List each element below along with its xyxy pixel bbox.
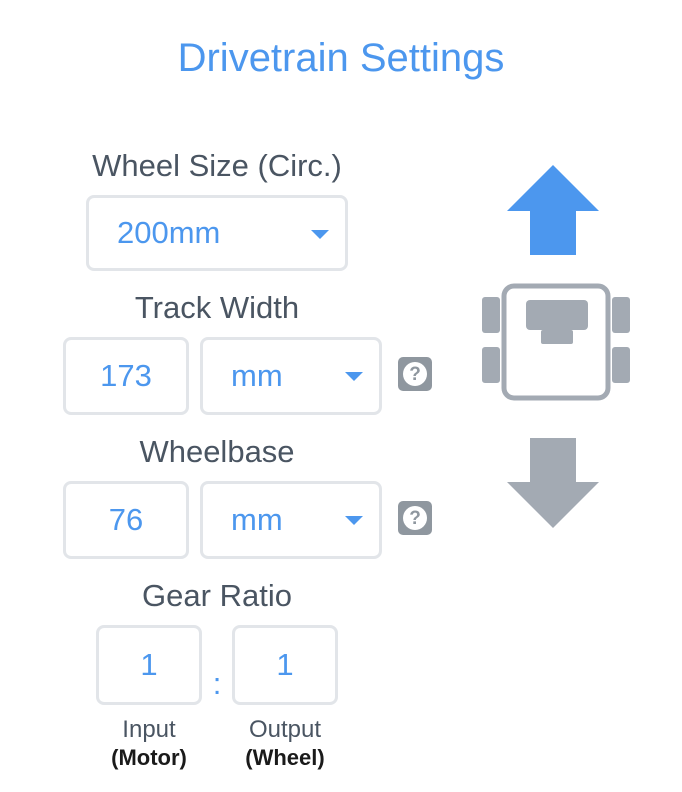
chevron-down-icon <box>345 372 363 381</box>
gear-output-sub: (Wheel) <box>245 745 325 770</box>
gear-output-field[interactable]: 1 <box>232 625 338 705</box>
track-width-unit: mm <box>231 358 283 393</box>
help-icon[interactable]: ? <box>398 357 432 391</box>
track-width-unit-select[interactable]: mm <box>200 337 382 415</box>
forward-arrow-icon[interactable] <box>505 165 601 257</box>
reverse-arrow-icon[interactable] <box>505 438 601 530</box>
chevron-down-icon <box>311 230 329 239</box>
chevron-down-icon <box>345 516 363 525</box>
help-glyph: ? <box>403 362 427 386</box>
gear-input-label: Input <box>122 716 176 743</box>
wheelbase-input[interactable]: 76 <box>63 481 189 559</box>
track-width-input[interactable]: 173 <box>63 337 189 415</box>
wheel-size-value: 200mm <box>117 215 221 250</box>
wheelbase-unit-select[interactable]: mm <box>200 481 382 559</box>
gear-input-caption: Input (Motor) <box>86 716 212 772</box>
ratio-separator: : <box>212 666 222 701</box>
help-glyph: ? <box>403 506 427 530</box>
gear-input-sub: (Motor) <box>111 745 187 770</box>
gear-output-caption: Output (Wheel) <box>222 716 348 772</box>
robot-top-view-icon <box>482 283 630 401</box>
wheel-size-label: Wheel Size (Circ.) <box>92 148 342 183</box>
wheel-size-select[interactable]: 200mm <box>86 195 348 271</box>
wheelbase-label: Wheelbase <box>139 434 295 469</box>
gear-input-field[interactable]: 1 <box>96 625 202 705</box>
wheelbase-unit: mm <box>231 502 283 537</box>
page-title: Drivetrain Settings <box>177 36 505 80</box>
gear-output-label: Output <box>248 716 322 743</box>
track-width-label: Track Width <box>134 290 300 325</box>
help-icon[interactable]: ? <box>398 501 432 535</box>
gear-ratio-label: Gear Ratio <box>142 578 292 613</box>
